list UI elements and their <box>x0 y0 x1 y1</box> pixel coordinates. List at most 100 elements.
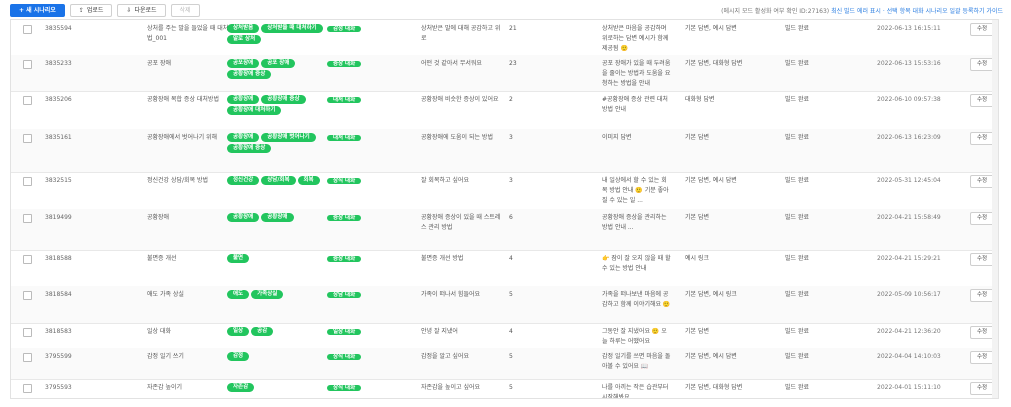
row-reply: #공황장애 증상 관련 대처 방법 안내 <box>602 96 668 113</box>
category-badge: 상식 대화 <box>327 354 362 360</box>
category-badge: 상식 대화 <box>327 385 362 391</box>
row-message: 어떤 것 같아서 무서워요 <box>421 60 482 67</box>
tag-badge: 공포 장애 <box>261 59 296 68</box>
row-status: 빌드 완료 <box>785 96 809 103</box>
edit-button[interactable]: 수정 <box>970 23 994 36</box>
table-row[interactable]: 3835161 공황장애에서 벗어나기 위해 공황장애 공황장애 벗어나기 공황장애 증… <box>11 129 998 173</box>
row-reply: 감정 일기를 쓰면 마음을 돌아볼 수 있어요 📖 <box>602 353 671 370</box>
row-status: 빌드 완료 <box>785 134 809 141</box>
row-category: 상담 대화 <box>327 290 362 300</box>
row-date: 2022-04-04 14:10:03 <box>877 353 941 360</box>
tag-badge: 공황장애 벗어나기 <box>261 133 316 142</box>
edit-button[interactable]: 수정 <box>970 175 994 188</box>
tag-badge: 회복 <box>297 176 320 185</box>
row-checkbox[interactable] <box>23 134 32 143</box>
edit-button[interactable]: 수정 <box>970 212 994 225</box>
download-label: 다운로드 <box>134 6 157 14</box>
row-title: 공황장애 <box>147 214 170 221</box>
row-checkbox[interactable] <box>23 96 32 105</box>
row-tags: 공황장애 공황장애 <box>227 213 327 222</box>
category-badge: 상식 대화 <box>327 178 362 184</box>
upload-label: 업로드 <box>86 6 104 14</box>
row-tags: 정신건강 상담/회복 회복 <box>227 176 327 185</box>
tag-badge: 공황장애 <box>227 95 260 104</box>
row-checkbox[interactable] <box>23 291 32 300</box>
row-status: 빌드 완료 <box>785 328 809 335</box>
row-message: 공황장애 증상이 있을 때 스트레스 관리 방법 <box>421 214 501 231</box>
row-message: 잘 회복하고 싶어요 <box>421 177 469 184</box>
delete-button[interactable]: 삭제 <box>170 3 200 17</box>
row-category: 증상 대화 <box>327 254 362 264</box>
edit-button[interactable]: 수정 <box>970 351 994 364</box>
row-date: 2022-04-21 15:29:21 <box>877 255 941 262</box>
table-row[interactable]: 3835233 공포 장애 공포장애 공포 장애 공황장애 증상 증상 대화 어떤 것 같아… <box>11 55 998 92</box>
row-count: 3 <box>509 134 513 141</box>
tag-badge: 공황장애 <box>261 213 294 222</box>
table-row[interactable]: 3835594 상처를 주는 말을 들었을 때 대처법_001 상처받음 상처받을 때… <box>11 20 998 56</box>
row-answer-type: 기본 답변, 예시 답변 <box>685 25 737 32</box>
edit-button[interactable]: 수정 <box>970 58 994 71</box>
tag-badge: 애도 <box>227 290 250 299</box>
edit-button[interactable]: 수정 <box>970 289 994 302</box>
row-checkbox[interactable] <box>23 384 32 393</box>
upload-icon: ⇪ <box>78 6 84 14</box>
category-badge: 상담 대화 <box>327 292 362 298</box>
row-answer-type: 예시 링크 <box>685 255 709 262</box>
new-scenario-button[interactable]: + 새 시나리오 <box>10 3 65 17</box>
edit-button[interactable]: 수정 <box>970 382 994 395</box>
row-status: 빌드 완료 <box>785 214 809 221</box>
notice-link[interactable]: 최신 빌드 에러 표시 · 선택 항목 대화 시나리오 일괄 등록하기 가이드 <box>831 8 1003 15</box>
tag-badge: 상처받을 때 대처하기 <box>261 24 323 33</box>
row-date: 2022-06-13 16:15:11 <box>877 25 941 32</box>
tag-badge: 감정 <box>227 352 250 361</box>
table-row[interactable]: 3795593 자존감 높이기 자존감 상식 대화 자존감을 높이고 싶어요 5 나를 아끼… <box>11 379 998 398</box>
row-id: 3835206 <box>45 96 72 103</box>
row-status: 빌드 완료 <box>785 384 809 391</box>
row-checkbox[interactable] <box>23 328 32 337</box>
row-checkbox[interactable] <box>23 214 32 223</box>
row-tags: 공포장애 공포 장애 공황장애 증상 <box>227 59 327 79</box>
row-id: 3835161 <box>45 134 72 141</box>
table-row[interactable]: 3818583 일상 대화 일상 공감 일상 대화 안녕 잘 지냈어 4 그동안 잘 지냈어요… <box>11 323 998 349</box>
row-category: 상식 대화 <box>327 352 362 362</box>
notice-prefix: (메시지 모드 활성화 여부 확인 ID:27163) <box>721 7 830 15</box>
row-checkbox[interactable] <box>23 60 32 69</box>
row-answer-type: 기본 답변, 대화형 답변 <box>685 60 743 67</box>
edit-button[interactable]: 수정 <box>970 326 994 339</box>
row-id: 3819499 <box>45 214 72 221</box>
table-row[interactable]: 3795599 감정 일기 쓰기 감정 상식 대화 감정을 알고 싶어요 5 감정 일기를 … <box>11 348 998 380</box>
upload-button[interactable]: ⇪ 업로드 <box>69 3 113 17</box>
row-id: 3818583 <box>45 328 72 335</box>
table-row[interactable]: 3832515 정신건강 상담/회복 방법 정신건강 상담/회복 회복 상식 대화 잘 회복… <box>11 172 998 210</box>
table-row[interactable]: 3818588 불면증 개선 불면 증상 대화 불면증 개선 방법 4 👉 잠이 잘 오지 … <box>11 250 998 287</box>
row-checkbox[interactable] <box>23 177 32 186</box>
table-scrollbar[interactable] <box>992 20 998 398</box>
row-checkbox[interactable] <box>23 255 32 264</box>
table-row[interactable]: 3819499 공황장애 공황장애 공황장애 증상 대화 공황장애 증상이 있을 때 스트… <box>11 209 998 251</box>
row-answer-type: 기본 답변 <box>685 134 709 141</box>
edit-button[interactable]: 수정 <box>970 94 994 107</box>
notice-text: (메시지 모드 활성화 여부 확인 ID:27163) 최신 빌드 에러 표시 … <box>721 6 1003 15</box>
row-date: 2022-04-21 15:58:49 <box>877 214 941 221</box>
row-title: 공황장애 복합 증상 대처방법 <box>147 96 219 103</box>
row-title: 일상 대화 <box>147 328 171 335</box>
table-row[interactable]: 3818584 애도 가족 상실 애도 가족상실 상담 대화 가족이 떠나서 힘들어요 5 가… <box>11 286 998 324</box>
row-tags: 일상 공감 <box>227 327 327 336</box>
row-title: 자존감 높이기 <box>147 384 183 391</box>
row-title: 공포 장애 <box>147 60 171 67</box>
row-id: 3818588 <box>45 255 72 262</box>
download-icon: ⇩ <box>126 6 132 14</box>
row-checkbox[interactable] <box>23 353 32 362</box>
download-button[interactable]: ⇩ 다운로드 <box>117 3 166 17</box>
row-title: 공황장애에서 벗어나기 위해 <box>147 134 218 141</box>
tag-badge: 정신건강 <box>227 176 260 185</box>
row-date: 2022-06-13 16:23:09 <box>877 134 941 141</box>
row-id: 3832515 <box>45 177 72 184</box>
row-checkbox[interactable] <box>23 25 32 34</box>
edit-button[interactable]: 수정 <box>970 253 994 266</box>
row-message: 자존감을 높이고 싶어요 <box>421 384 481 391</box>
edit-button[interactable]: 수정 <box>970 132 994 145</box>
row-id: 3835594 <box>45 25 72 32</box>
row-answer-type: 기본 답변 <box>685 214 709 221</box>
table-row[interactable]: 3835206 공황장애 복합 증상 대처방법 공황장애 공황장애 증상 공황장애 대처… <box>11 91 998 130</box>
